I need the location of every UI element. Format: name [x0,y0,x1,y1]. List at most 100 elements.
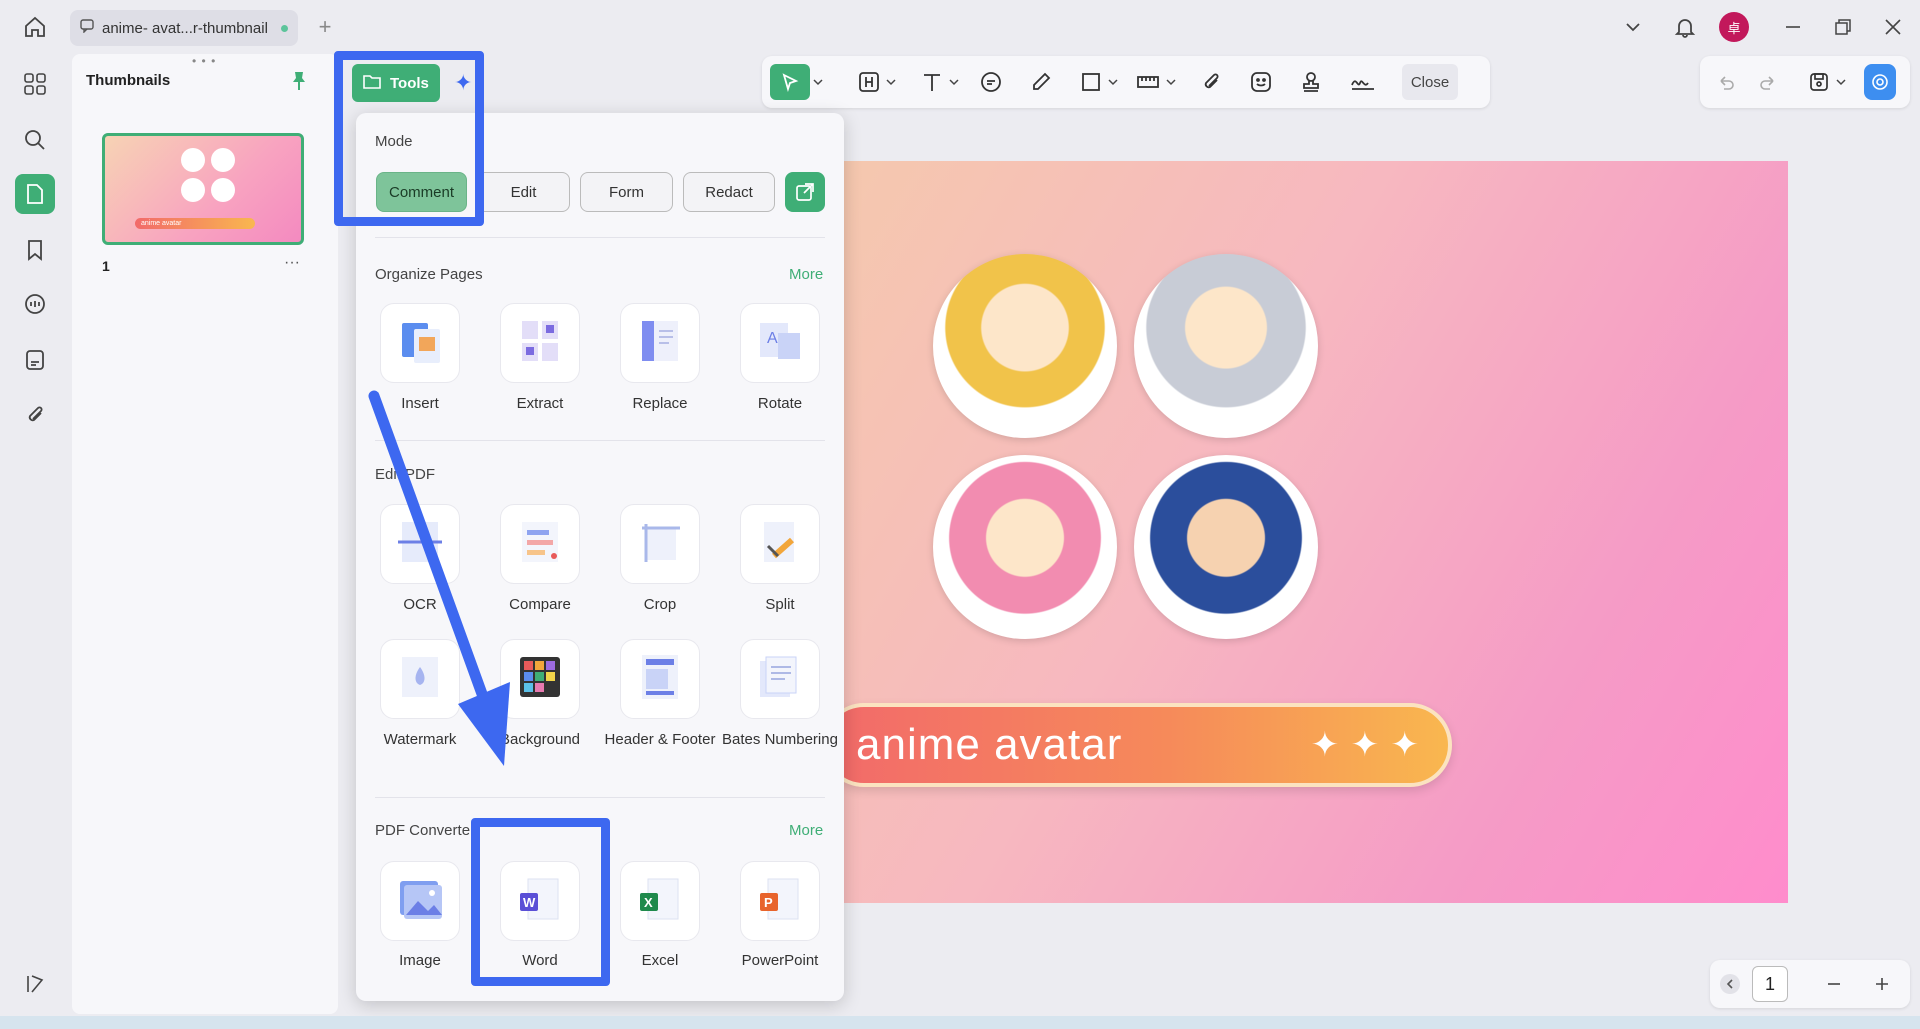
rectangle-tool-icon[interactable] [1076,64,1106,100]
powerpoint-label: PowerPoint [741,952,819,969]
thumb-avatar [181,148,205,172]
avatar-blonde-girl [933,254,1117,438]
tab-title: anime- avat...r-thumbnail [102,19,268,37]
external-link-icon[interactable] [785,172,825,212]
tab-comment-icon [80,19,94,37]
avatar-silver-boy [1134,254,1318,438]
save-icon[interactable] [1804,64,1834,100]
page-thumbnail[interactable]: anime avatar [102,133,304,245]
history-toolbar [1700,56,1910,108]
redo-icon[interactable] [1754,64,1784,100]
header-footer-label: Header & Footer [604,731,716,748]
replace-tool[interactable] [620,303,700,383]
organize-pages-title: Organize Pages [375,266,483,283]
ai-assistant-icon[interactable] [1864,64,1896,100]
svg-text:A: A [767,330,778,347]
close-window-icon[interactable] [1880,14,1906,40]
undo-icon[interactable] [1710,64,1740,100]
header-footer-icon [634,651,686,708]
bates-numbering-icon [754,651,806,708]
document-tab[interactable]: anime- avat...r-thumbnail [70,10,298,46]
rotate-tool[interactable]: A [740,303,820,383]
mode-redact-button[interactable]: Redact [683,172,775,212]
restore-icon[interactable] [1830,14,1856,40]
svg-text:X: X [644,895,653,910]
bell-icon[interactable] [1670,12,1700,42]
excel-icon: X [634,873,686,930]
sticker-tool-icon[interactable] [1246,64,1276,100]
minimize-icon[interactable] [1780,14,1806,40]
thumb-avatar [211,178,235,202]
page-number-input[interactable]: 1 [1752,966,1788,1002]
thumb-banner: anime avatar [135,218,255,229]
comment-tool-icon[interactable] [976,64,1006,100]
split-label: Split [765,596,795,613]
measure-tool-icon[interactable] [1132,64,1164,100]
pen-tool-icon[interactable] [1026,64,1056,100]
avatar-blue-hair-boy [1134,455,1318,639]
search-icon[interactable] [15,120,55,160]
unsaved-dot [281,24,288,32]
text-tool-icon[interactable] [917,64,947,100]
chevron-down-icon[interactable] [947,64,961,100]
convert-powerpoint-tool[interactable]: P [740,861,820,941]
svg-text:P: P [764,895,773,910]
highlight-tool-icon[interactable] [854,64,884,100]
mode-edit-button[interactable]: Edit [477,172,570,212]
extract-icon [514,315,566,372]
chevron-down-icon[interactable] [810,64,826,100]
thumbnails-icon[interactable] [15,174,55,214]
organize-more-link[interactable]: More [789,266,823,283]
thumbnail-more-icon[interactable]: ··· [284,254,300,272]
rotate-icon: A [754,315,806,372]
chevron-down-icon[interactable] [1106,64,1120,100]
document-icon[interactable] [15,340,55,380]
chevron-down-icon[interactable] [884,64,898,100]
replace-icon [634,315,686,372]
sidebar-toggle-icon[interactable] [15,964,55,1004]
powerpoint-icon: P [754,873,806,930]
crop-tool[interactable] [620,504,700,584]
comment-icon[interactable] [15,285,55,325]
thumbnail-page-number: 1 [102,258,110,274]
select-tool-icon[interactable] [770,64,810,100]
rotate-label: Rotate [757,395,803,412]
split-tool[interactable] [740,504,820,584]
drag-handle[interactable]: • • • [192,54,216,68]
word-highlight-box [471,818,610,986]
mode-form-button[interactable]: Form [580,172,673,212]
pdf-converter-title: PDF Converter [375,822,476,839]
attach-tool-icon[interactable] [1196,64,1226,100]
convert-image-tool[interactable] [380,861,460,941]
insert-tool[interactable] [380,303,460,383]
chevron-down-icon[interactable] [1620,14,1646,40]
zoom-out-icon[interactable] [1822,972,1846,996]
chevron-down-icon[interactable] [1834,64,1848,100]
chevron-down-icon[interactable] [1164,64,1178,100]
close-toolbar-button[interactable]: Close [1402,64,1458,100]
convert-excel-tool[interactable]: X [620,861,700,941]
bates-numbering-tool[interactable] [740,639,820,719]
converter-more-link[interactable]: More [789,822,823,839]
signature-tool-icon[interactable] [1346,64,1380,100]
tools-highlight-box [334,51,484,226]
split-icon [754,516,806,573]
pin-icon[interactable] [288,70,310,92]
bookmark-icon[interactable] [15,230,55,270]
replace-label: Replace [632,395,688,412]
image-label: Image [399,952,441,969]
user-avatar[interactable]: 卓 [1719,12,1749,42]
crop-icon [634,516,686,573]
new-tab-icon[interactable]: + [312,14,338,40]
stamp-tool-icon[interactable] [1296,64,1326,100]
header-footer-tool[interactable] [620,639,700,719]
status-bar [0,1016,1920,1029]
page-navigation: 1 [1710,960,1910,1008]
bates-numbering-label: Bates Numbering [722,731,838,748]
attachment-icon[interactable] [15,395,55,435]
apps-grid-icon[interactable] [15,64,55,104]
zoom-in-icon[interactable] [1870,972,1894,996]
home-icon[interactable] [20,12,50,42]
extract-tool[interactable] [500,303,580,383]
prev-page-icon[interactable] [1720,974,1740,994]
